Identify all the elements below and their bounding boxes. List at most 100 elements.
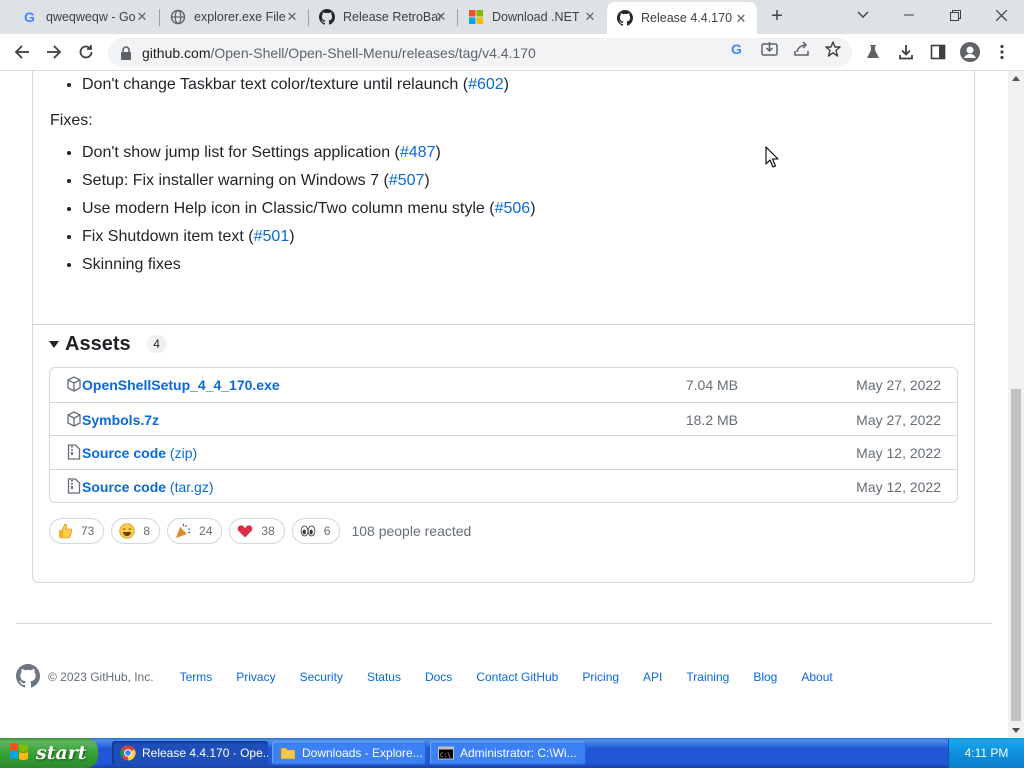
tab-search-button[interactable] [840, 0, 886, 30]
footer-link-security[interactable]: Security [300, 670, 343, 684]
list-item: Use modern Help icon in Classic/Two colu… [82, 195, 536, 223]
footer-link-status[interactable]: Status [367, 670, 401, 684]
reaction-count: 24 [199, 524, 213, 538]
site-footer: © 2023 GitHub, Inc. Terms Privacy Securi… [16, 663, 857, 691]
asset-row: Symbols.7z 18.2 MB May 27, 2022 [50, 401, 957, 436]
forward-button[interactable] [42, 40, 66, 64]
footer-link-api[interactable]: API [643, 670, 662, 684]
start-button[interactable]: start [0, 738, 98, 768]
reaction-laugh[interactable]: 8 [111, 518, 161, 544]
asset-link[interactable]: OpenShellSetup_4_4_170.exe [82, 377, 280, 393]
footer-link-pricing[interactable]: Pricing [582, 670, 619, 684]
chrome-icon [120, 745, 136, 761]
reaction-heart[interactable]: 38 [229, 518, 285, 544]
reaction-thumbs-up[interactable]: 73 [49, 518, 105, 544]
install-app-icon[interactable] [760, 40, 778, 58]
footer-link-blog[interactable]: Blog [753, 670, 777, 684]
labs-flask-icon[interactable] [863, 42, 883, 62]
section-divider [33, 324, 974, 325]
share-icon[interactable] [792, 40, 810, 58]
tab-explorer-exe[interactable]: explorer.exe File ✕ [160, 0, 308, 34]
reload-button[interactable] [74, 40, 98, 64]
taskbar-item-chrome[interactable]: Release 4.4.170 · Ope... [112, 741, 268, 765]
file-zip-icon [66, 444, 82, 460]
issue-link[interactable]: #506 [495, 200, 531, 217]
browser-tab-strip: G qweqweqw - Go ✕ explorer.exe File ✕ Re… [0, 0, 1024, 34]
release-notes: Don't change Taskbar text color/texture … [50, 71, 536, 279]
reaction-eyes[interactable]: 6 [291, 518, 341, 544]
bookmark-star-icon[interactable] [824, 40, 842, 58]
reactions-bar: 73 8 24 38 6 108 people reacted [49, 517, 471, 545]
tab-release-retrobar[interactable]: Release RetroBar ✕ [309, 0, 457, 34]
footer-link-docs[interactable]: Docs [425, 670, 452, 684]
laugh-icon [119, 523, 135, 539]
github-icon [319, 9, 335, 25]
caret-down-icon [49, 340, 59, 348]
list-item: Skinning fixes [82, 251, 536, 279]
issue-link[interactable]: #507 [389, 172, 425, 189]
asset-link[interactable]: Source code (tar.gz) [82, 479, 214, 495]
downloads-icon[interactable] [896, 42, 916, 62]
asset-date: May 27, 2022 [856, 411, 941, 428]
github-logo-icon[interactable] [16, 663, 41, 691]
issue-link[interactable]: #487 [400, 144, 436, 161]
issue-link[interactable]: #501 [254, 228, 290, 245]
footer-divider [16, 623, 992, 624]
footer-link-about[interactable]: About [801, 670, 832, 684]
asset-link[interactable]: Source code (zip) [82, 445, 197, 461]
close-icon[interactable]: ✕ [134, 9, 150, 25]
profile-avatar-icon[interactable] [960, 42, 980, 62]
minimize-button[interactable] [886, 0, 932, 30]
close-icon[interactable]: ✕ [284, 9, 300, 25]
footer-link-contact[interactable]: Contact GitHub [476, 670, 558, 684]
tada-icon [175, 523, 191, 539]
list-item: Fix Shutdown item text (#501) [82, 223, 536, 251]
footer-link-privacy[interactable]: Privacy [236, 670, 275, 684]
assets-list: OpenShellSetup_4_4_170.exe 7.04 MB May 2… [49, 367, 958, 503]
back-button[interactable] [10, 40, 34, 64]
lock-icon[interactable] [120, 45, 132, 60]
github-icon [617, 10, 633, 26]
close-icon[interactable]: ✕ [582, 9, 598, 25]
start-label: start [36, 742, 87, 764]
mouse-cursor-icon [765, 146, 779, 173]
windows-taskbar: start Release 4.4.170 · Ope... Downloads… [0, 738, 1024, 768]
kebab-menu-icon[interactable] [992, 42, 1012, 62]
window-close-button[interactable] [978, 0, 1024, 30]
folder-icon [280, 745, 296, 761]
asset-row: OpenShellSetup_4_4_170.exe 7.04 MB May 2… [50, 368, 957, 402]
new-tab-button[interactable]: + [766, 6, 788, 28]
taskbar-item-label: Release 4.4.170 · Ope... [142, 746, 268, 760]
arrow-right-icon [47, 45, 62, 59]
taskbar-item-explorer[interactable]: Downloads - Explore... [272, 741, 426, 765]
scroll-up-arrow-icon[interactable] [1012, 76, 1020, 81]
taskbar-item-cmd[interactable]: C:\ Administrator: C:\Wi... [430, 741, 586, 765]
file-zip-icon [66, 477, 82, 494]
page-scrollbar[interactable] [1008, 71, 1024, 738]
side-panel-icon[interactable] [928, 42, 948, 62]
close-icon[interactable]: ✕ [733, 11, 749, 27]
clock[interactable]: 4:11 PM [965, 746, 1009, 760]
close-icon[interactable]: ✕ [433, 9, 449, 25]
reactions-summary: 108 people reacted [351, 523, 472, 539]
footer-link-training[interactable]: Training [686, 670, 729, 684]
cmd-icon: C:\ [438, 745, 454, 761]
tab-release-4-4-170[interactable]: Release 4.4.170 ✕ [607, 2, 757, 34]
scrollbar-thumb[interactable] [1011, 389, 1021, 721]
asset-row: Source code (zip) May 12, 2022 [50, 435, 957, 469]
google-translate-icon[interactable]: G [728, 40, 746, 58]
asset-link[interactable]: Symbols.7z [82, 412, 159, 428]
assets-toggle[interactable]: Assets 4 [49, 327, 167, 361]
reaction-tada[interactable]: 24 [167, 518, 223, 544]
tab-download-dotnet[interactable]: Download .NET ✕ [458, 0, 606, 34]
scroll-down-arrow-icon[interactable] [1012, 728, 1020, 733]
asset-row: Source code (tar.gz) May 12, 2022 [50, 468, 957, 503]
browser-toolbar: github.com/Open-Shell/Open-Shell-Menu/re… [0, 34, 1024, 71]
windows-flag-icon [8, 741, 30, 766]
issue-link[interactable]: #602 [468, 76, 504, 93]
footer-link-terms[interactable]: Terms [180, 670, 213, 684]
arrow-left-icon [14, 45, 29, 59]
tab-google-search[interactable]: G qweqweqw - Go ✕ [8, 0, 158, 34]
restore-button[interactable] [932, 0, 978, 30]
url-text: github.com/Open-Shell/Open-Shell-Menu/re… [142, 44, 536, 61]
